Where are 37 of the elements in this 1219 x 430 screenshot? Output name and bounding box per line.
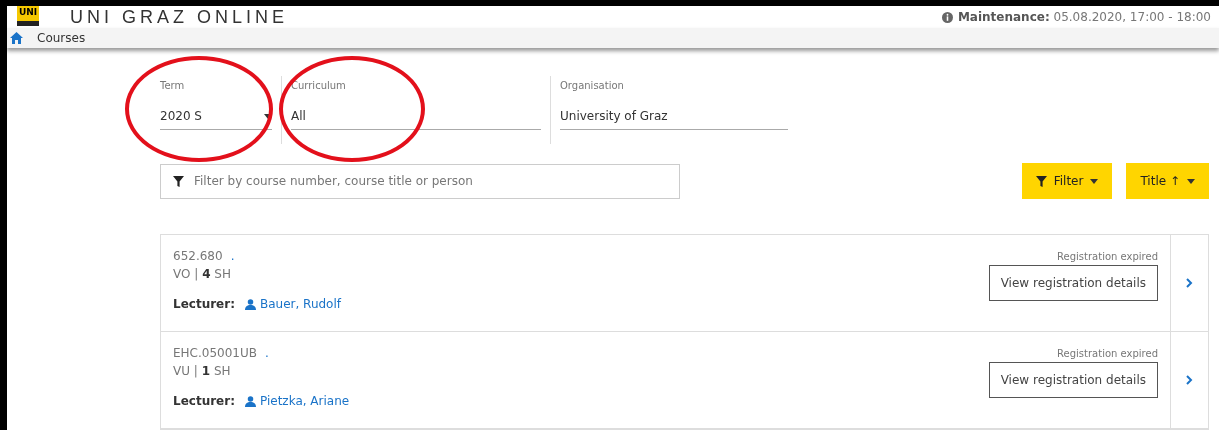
person-icon <box>244 298 256 310</box>
registration-details-button[interactable]: View registration details <box>988 362 1158 398</box>
registration-status: Registration expired <box>1057 348 1158 359</box>
lecturer-link[interactable]: Pietzka, Ariane <box>259 394 350 408</box>
field-label: Term <box>160 80 186 91</box>
logo: UNI <box>17 6 39 26</box>
registration-details-button[interactable]: View registration details <box>988 265 1158 301</box>
term-select[interactable]: 2020 S <box>160 103 272 130</box>
maintenance-notice: Maintenance: 05.08.2020, 17:00 - 18:00 <box>957 10 1211 24</box>
course-number: EHC.05001UB <box>173 346 257 360</box>
filter-icon <box>1035 175 1047 187</box>
course-type: VO | 4 SH <box>173 267 232 281</box>
lecturer-link[interactable]: Bauer, Rudolf <box>259 297 341 311</box>
lecturer-label: Lecturer: <box>173 297 235 311</box>
caret-icon <box>1187 178 1195 184</box>
course-number: 652.680 <box>173 249 223 263</box>
caret-icon <box>1090 178 1099 184</box>
field-label: Organisation <box>560 80 625 91</box>
chevron-icon <box>1186 375 1193 385</box>
home-icon[interactable] <box>10 32 23 44</box>
input-field[interactable]: University of Graz <box>560 103 788 130</box>
filter-icon <box>173 175 184 187</box>
sort-button[interactable]: Title ↑ <box>1126 163 1209 199</box>
course-link[interactable]: . <box>265 346 269 360</box>
registration-status: Registration expired <box>1057 251 1158 262</box>
person-icon <box>244 395 256 407</box>
nav-title: Courses <box>37 31 86 45</box>
field-label: Curriculum <box>291 80 347 91</box>
site-title: UNI GRAZ ONLINE <box>70 6 289 28</box>
info-icon <box>941 11 953 23</box>
filter-button[interactable]: Filter <box>1021 163 1113 199</box>
input-field[interactable]: All <box>291 103 541 130</box>
chevron-icon <box>1186 278 1193 288</box>
lecturer-label: Lecturer: <box>173 394 235 408</box>
course-type: VU | 1 SH <box>173 364 232 378</box>
course-link[interactable]: . <box>230 249 235 263</box>
search-field[interactable]: Filter by course number, course title or person <box>160 163 680 199</box>
